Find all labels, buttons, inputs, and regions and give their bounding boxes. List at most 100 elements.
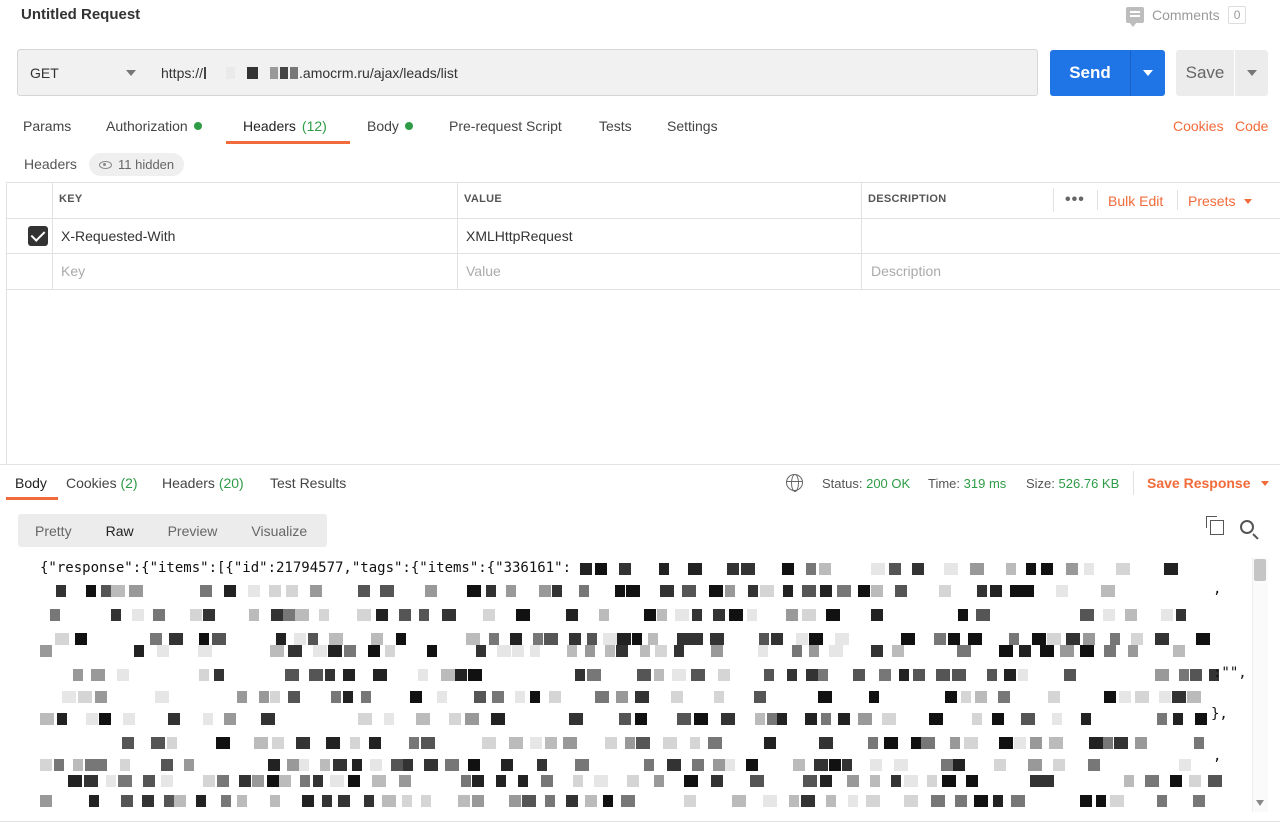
cookies-link[interactable]: Cookies xyxy=(1173,118,1224,134)
redaction-block xyxy=(640,645,650,657)
redaction-block xyxy=(625,737,635,749)
redaction-block xyxy=(819,737,833,749)
tab-body[interactable]: Body xyxy=(367,118,413,134)
save-button[interactable]: Save xyxy=(1176,50,1268,96)
redaction-block xyxy=(1049,737,1063,749)
redaction-block xyxy=(458,795,470,807)
redaction-block xyxy=(270,691,280,703)
redaction-block xyxy=(501,759,513,771)
new-description-input[interactable]: Description xyxy=(871,263,941,279)
redaction-block xyxy=(492,691,504,703)
new-value-input[interactable]: Value xyxy=(466,263,501,279)
header-key-cell[interactable]: X-Requested-With xyxy=(61,228,175,244)
redaction-block xyxy=(1066,633,1080,645)
send-button[interactable]: Send xyxy=(1050,50,1165,96)
redaction-block xyxy=(84,775,98,787)
new-key-input[interactable]: Key xyxy=(61,263,85,279)
redaction-block xyxy=(1104,645,1116,657)
redaction-block xyxy=(1040,645,1054,657)
vertical-scrollbar[interactable] xyxy=(1252,558,1268,812)
redaction-block xyxy=(89,795,99,807)
more-options-icon[interactable]: ••• xyxy=(1065,191,1085,209)
redaction-block xyxy=(285,669,299,681)
redaction-block xyxy=(106,775,116,787)
redaction-block xyxy=(465,713,479,725)
redaction-block xyxy=(1030,737,1042,749)
redaction-block xyxy=(239,775,251,787)
scroll-down-icon[interactable] xyxy=(1256,800,1264,806)
redaction-block xyxy=(939,585,951,597)
code-link[interactable]: Code xyxy=(1235,118,1268,134)
hidden-headers-toggle[interactable]: 11 hidden xyxy=(89,153,185,176)
redaction-block xyxy=(1080,609,1094,621)
redaction-block xyxy=(671,691,683,703)
tab-params[interactable]: Params xyxy=(23,118,71,134)
redaction-block xyxy=(929,713,943,725)
redaction-block xyxy=(437,691,447,703)
redaction-block xyxy=(1176,609,1186,621)
redaction-block xyxy=(368,645,380,657)
tab-count: (2) xyxy=(120,475,138,491)
tab-tests[interactable]: Tests xyxy=(599,118,632,134)
globe-icon[interactable] xyxy=(786,474,803,492)
response-view-modes: Pretty Raw Preview Visualize xyxy=(18,514,327,547)
redaction-block xyxy=(575,669,585,681)
redaction-block xyxy=(1040,775,1054,787)
redaction-block xyxy=(820,585,832,597)
redaction-block xyxy=(509,737,523,749)
tab-headers[interactable]: Headers (12) xyxy=(243,118,327,134)
response-tab-body[interactable]: Body xyxy=(15,475,47,491)
redaction-block xyxy=(619,563,631,575)
mode-preview[interactable]: Preview xyxy=(151,523,235,539)
redaction-block xyxy=(754,691,766,703)
header-value-cell[interactable]: XMLHttpRequest xyxy=(466,228,573,244)
redaction-block xyxy=(998,691,1010,703)
redaction-block xyxy=(819,563,831,575)
tab-authorization[interactable]: Authorization xyxy=(106,118,202,134)
method-select[interactable]: GET xyxy=(17,49,151,96)
tab-count: (12) xyxy=(301,118,327,134)
redaction-block xyxy=(835,633,849,645)
redaction-block xyxy=(691,669,705,681)
redaction-block xyxy=(805,713,817,725)
tab-pre-request-script[interactable]: Pre-request Script xyxy=(449,118,562,134)
search-icon[interactable] xyxy=(1240,520,1254,534)
mode-raw[interactable]: Raw xyxy=(89,523,151,539)
redaction-block xyxy=(509,795,521,807)
redaction-block xyxy=(990,585,1002,597)
column-header-value: VALUE xyxy=(464,193,502,205)
copy-icon[interactable] xyxy=(1206,516,1224,535)
redaction-block xyxy=(901,633,915,645)
redaction-block xyxy=(95,759,107,771)
redaction-block xyxy=(786,609,798,621)
response-tab-cookies[interactable]: Cookies (2) xyxy=(66,475,138,491)
response-tab-headers[interactable]: Headers (20) xyxy=(162,475,244,491)
header-enabled-checkbox[interactable] xyxy=(28,226,48,246)
response-tab-test-results[interactable]: Test Results xyxy=(270,475,346,491)
bulk-edit-link[interactable]: Bulk Edit xyxy=(1108,193,1163,209)
redaction-block xyxy=(331,691,341,703)
redaction-block xyxy=(871,609,883,621)
redaction-block xyxy=(199,633,209,645)
scrollbar-thumb[interactable] xyxy=(1254,559,1266,581)
redaction-block xyxy=(585,645,595,657)
save-dropdown[interactable] xyxy=(1235,70,1268,76)
comments-button[interactable]: Comments 0 xyxy=(1126,6,1247,27)
redaction-block xyxy=(802,609,816,621)
tab-settings[interactable]: Settings xyxy=(667,118,718,134)
presets-dropdown[interactable]: Presets xyxy=(1188,193,1253,209)
redaction-block xyxy=(121,795,133,807)
save-response-dropdown[interactable]: Save Response xyxy=(1147,475,1269,491)
redaction-block xyxy=(569,633,581,645)
mode-visualize[interactable]: Visualize xyxy=(234,523,324,539)
send-dropdown[interactable] xyxy=(1131,70,1165,76)
redaction-block xyxy=(338,795,350,807)
status-value: 200 OK xyxy=(866,476,911,491)
size-label: Size: xyxy=(1026,476,1055,491)
url-redacted xyxy=(203,66,299,79)
redaction-block xyxy=(419,609,429,621)
redaction-block xyxy=(287,759,299,771)
mode-pretty[interactable]: Pretty xyxy=(18,523,89,539)
url-input[interactable]: https:// .amocrm.ru/ajax/leads/list xyxy=(150,49,1038,96)
redaction-block xyxy=(132,609,144,621)
